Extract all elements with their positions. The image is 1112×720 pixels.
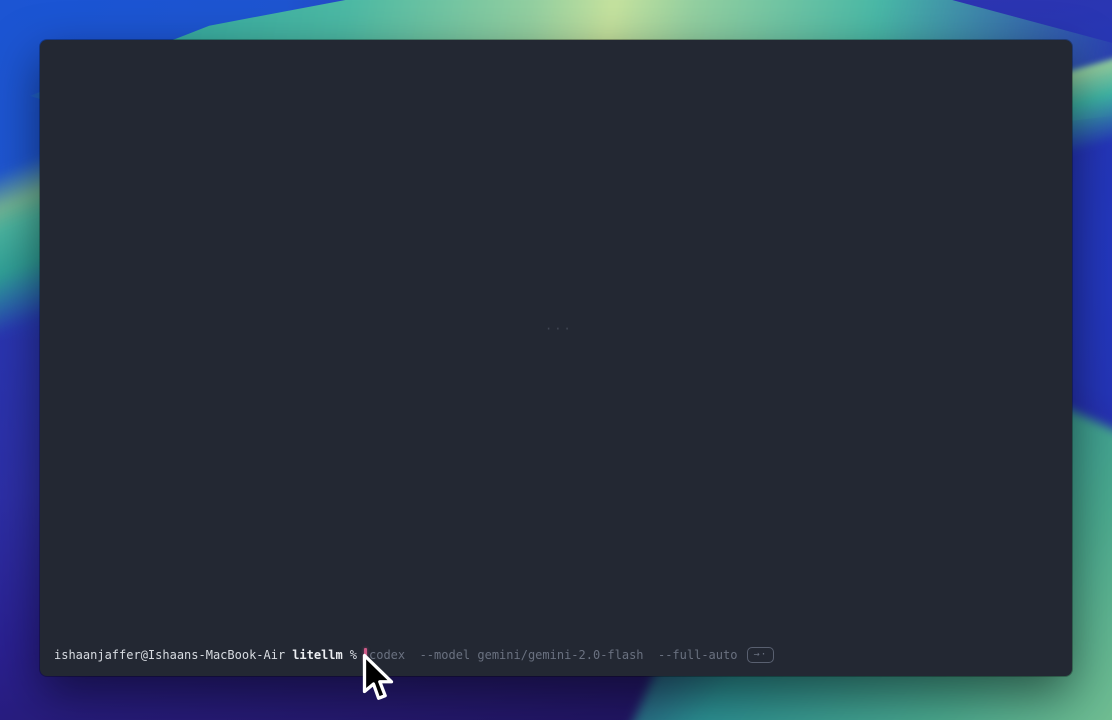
- prompt-user-host: ishaanjaffer@Ishaans-MacBook-Air: [54, 647, 285, 663]
- command-autosuggestion: codex --model gemini/gemini-2.0-flash --…: [369, 647, 737, 663]
- text-cursor: [364, 648, 367, 663]
- terminal-prompt-line[interactable]: ishaanjaffer@Ishaans-MacBook-Air litellm…: [54, 647, 1062, 663]
- terminal-loading-ellipsis: ···: [545, 322, 573, 336]
- terminal-window[interactable]: ··· ishaanjaffer@Ishaans-MacBook-Air lit…: [40, 40, 1072, 676]
- accept-suggestion-key-badge: →·: [747, 647, 773, 663]
- prompt-directory: litellm: [292, 647, 343, 663]
- prompt-symbol: %: [350, 647, 357, 663]
